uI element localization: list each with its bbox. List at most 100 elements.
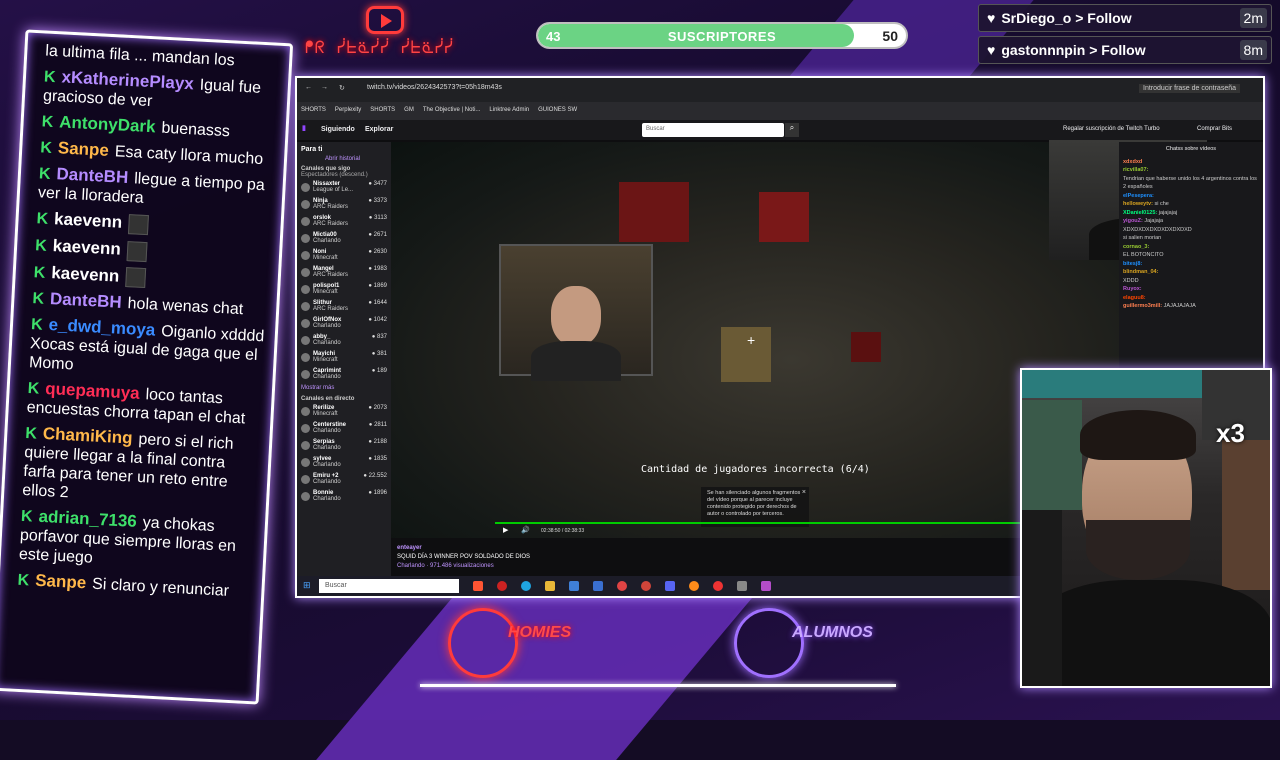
nav-explore[interactable]: Explorar [365, 126, 393, 133]
sidebar-channel[interactable]: orslokARC Raiders● 3113 [301, 215, 387, 229]
bookmark-item[interactable]: GUIONES SW [538, 107, 577, 113]
avatar [301, 458, 310, 467]
pokeball-icon[interactable] [713, 581, 723, 591]
search-icon[interactable]: ⌕ [785, 123, 799, 137]
nav-following[interactable]: Siguiendo [321, 126, 355, 133]
followed-channel-list: NissaxterLeague of Le...● 3477 NinjaARC R… [301, 181, 387, 382]
bits-button[interactable]: Comprar Bits [1197, 126, 1232, 132]
vod-chat-username[interactable]: XDaniel0125: [1123, 210, 1159, 216]
chat-text: Si claro y renunciar [92, 576, 230, 600]
chat-username[interactable]: Sanpe [57, 138, 109, 160]
chat-username[interactable]: DanteBH [56, 164, 129, 187]
sidebar-channel[interactable]: NoniMinecraft● 2630 [301, 249, 387, 263]
discord-icon[interactable] [665, 581, 675, 591]
sidebar-channel[interactable]: NissaxterLeague of Le...● 3477 [301, 181, 387, 195]
search-input[interactable]: Buscar [642, 123, 784, 137]
vod-chat-username[interactable]: guillermo3mill: [1123, 303, 1164, 309]
sidebar-channel[interactable]: NinjaARC Raiders● 3373 [301, 198, 387, 212]
bookmark-item[interactable]: Linktree Admin [489, 107, 529, 113]
viewer-count: ● 2811 [369, 422, 387, 436]
back-icon[interactable]: ← [305, 84, 312, 91]
vod-chat-username[interactable]: helloweytv: [1123, 201, 1154, 207]
bookmark-item[interactable]: The Objective | Noti... [423, 107, 481, 113]
sidebar-channel[interactable]: SerpiasCharlando● 2188 [301, 439, 387, 453]
twitch-logo-icon[interactable]: ▮ [302, 124, 306, 132]
chat-username[interactable]: AntonyDark [59, 112, 156, 136]
chat-username[interactable]: kaevenn [52, 236, 121, 259]
avatar [301, 251, 310, 260]
bookmark-item[interactable]: Perplexity [335, 107, 361, 113]
sidebar-channel[interactable]: MangelARC Raiders● 1983 [301, 266, 387, 280]
password-prompt[interactable]: Introducir frase de contraseña [1139, 84, 1240, 93]
vod-chat-username[interactable]: yigouZ: [1123, 218, 1144, 224]
show-more-link[interactable]: Mostrar más [301, 385, 387, 391]
sidebar-channel[interactable]: CenterstineCharlando● 2811 [301, 422, 387, 436]
chat-username[interactable]: DanteBH [50, 289, 123, 312]
video-progress-bar[interactable] [495, 522, 1107, 524]
folder-icon[interactable] [545, 581, 555, 591]
volume-icon[interactable]: 🔊 [521, 526, 530, 534]
sidebar-channel[interactable]: SlithurARC Raiders● 1644 [301, 300, 387, 314]
vod-chat-message: ricvilla07: [1123, 166, 1259, 175]
sidebar-channel[interactable]: RerilizeMinecraft● 2073 [301, 405, 387, 419]
chat-username[interactable]: kaevenn [51, 263, 120, 286]
vod-chat-text: Jajajaja [1144, 218, 1163, 224]
close-icon[interactable]: × [802, 489, 806, 496]
sidebar-channel[interactable]: GirlOfNoxCharlando● 1042 [301, 317, 387, 331]
chat-message: KChamiKingpero si el rich quiere llegar … [22, 423, 262, 512]
video-category[interactable]: Charlando · 971.486 visualizaciones [397, 562, 530, 571]
opera-icon[interactable] [497, 581, 507, 591]
sidebar-channel[interactable]: Emiru +2Charlando● 22.552 [301, 473, 387, 487]
play-icon[interactable]: ▶ [503, 526, 508, 534]
vod-chat-username[interactable]: bitesj8: [1123, 261, 1142, 267]
chrome-icon[interactable] [617, 581, 627, 591]
bookmark-item[interactable]: GM [404, 107, 414, 113]
brave-icon[interactable] [473, 581, 483, 591]
avatar [301, 285, 310, 294]
bookmark-item[interactable]: SHORTS [301, 107, 326, 113]
webcam-body [1032, 580, 1272, 688]
taskbar-search-input[interactable]: Buscar [319, 579, 459, 593]
vod-chat-username[interactable]: cornao_3: [1123, 244, 1149, 250]
reload-icon[interactable]: ↻ [339, 84, 345, 92]
video-player[interactable]: + Cantidad de jugadores incorrecta (6/4)… [391, 142, 1119, 538]
emote-icon [128, 214, 149, 235]
chat-username[interactable]: Sanpe [35, 571, 87, 593]
kick-badge-icon: K [36, 210, 48, 228]
streamer-name[interactable]: enteayer [397, 544, 530, 553]
vod-chat-username[interactable]: ricvilla07: [1123, 167, 1148, 173]
chat-text: Esa caty llora mucho [114, 143, 263, 168]
chrome-icon[interactable] [641, 581, 651, 591]
vod-chat-username[interactable]: elPesepera: [1123, 193, 1154, 199]
vod-chat-username[interactable]: Ruyox: [1123, 286, 1142, 292]
sidebar-channel[interactable]: MayichiMinecraft● 381 [301, 351, 387, 365]
app-icon[interactable] [761, 581, 771, 591]
vod-chat-username[interactable]: blindman_04: [1123, 269, 1158, 275]
vod-chat-username[interactable]: xdxdxd [1123, 159, 1142, 165]
sidebar-channel[interactable]: CaprimintCharlando● 189 [301, 368, 387, 382]
forward-icon[interactable]: → [321, 84, 328, 91]
firefox-icon[interactable] [689, 581, 699, 591]
avatar [301, 183, 310, 192]
store-icon[interactable] [569, 581, 579, 591]
kick-badge-icon: K [35, 237, 47, 255]
windows-start-icon[interactable]: ⊞ [303, 580, 311, 591]
chat-username[interactable]: ChamiKing [42, 424, 133, 448]
sidebar-channel[interactable]: abby_Charlando● 837 [301, 334, 387, 348]
sidebar-history-link[interactable]: Abrir historial [325, 156, 387, 162]
channel-category: Charlando [313, 496, 341, 502]
vod-chat-username[interactable]: elaguu8: [1123, 295, 1146, 301]
turbo-button[interactable]: Regalar suscripción de Twitch Turbo [1063, 126, 1160, 132]
chat-username[interactable]: quepamuya [45, 379, 140, 403]
kick-badge-icon: K [39, 165, 51, 183]
bookmark-item[interactable]: SHORTS [370, 107, 395, 113]
sidebar-channel[interactable]: sylveeCharlando● 1835 [301, 456, 387, 470]
sidebar-channel[interactable]: polispol1Minecraft● 1869 [301, 283, 387, 297]
sidebar-channel[interactable]: Mictia00Charlando● 2671 [301, 232, 387, 246]
app-icon[interactable] [593, 581, 603, 591]
chat-username[interactable]: kaevenn [54, 209, 123, 232]
address-bar[interactable]: twitch.tv/videos/2624342573?t=05h18m43s [367, 84, 502, 91]
edge-icon[interactable] [521, 581, 531, 591]
app-icon[interactable] [737, 581, 747, 591]
sidebar-channel[interactable]: BonnieCharlando● 1896 [301, 490, 387, 504]
